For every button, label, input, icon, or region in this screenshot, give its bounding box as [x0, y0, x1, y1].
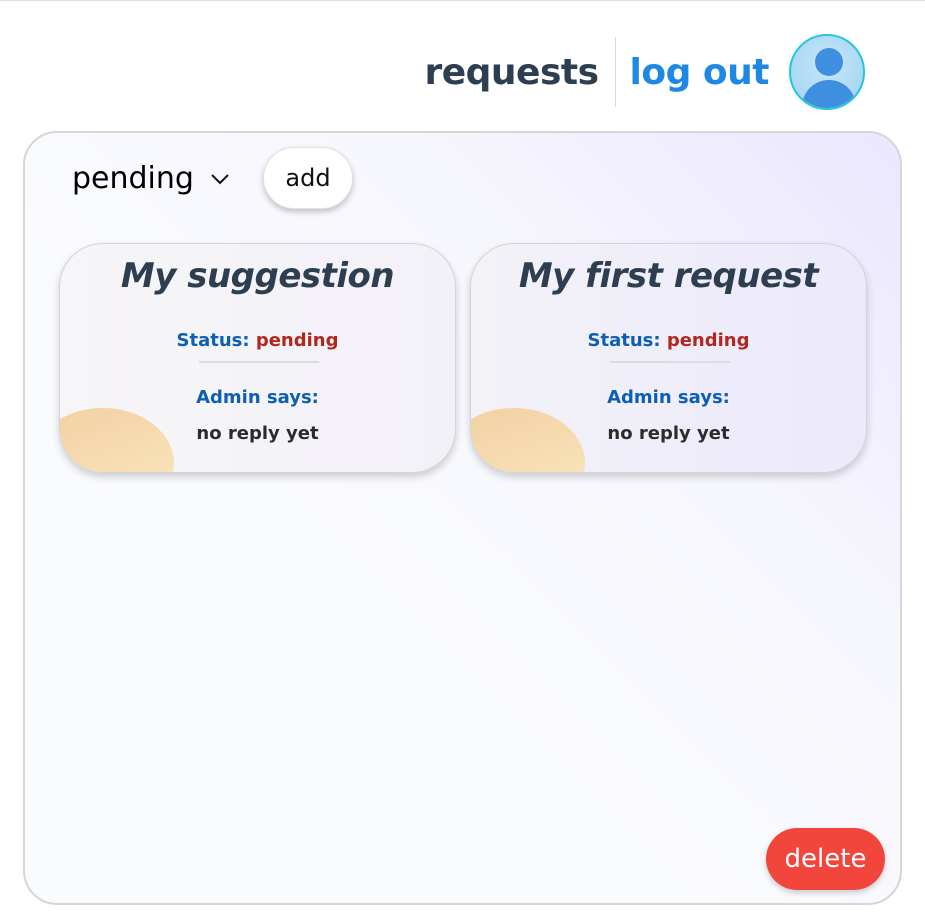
card-title: My first request	[518, 256, 819, 296]
user-avatar-icon[interactable]	[789, 34, 865, 110]
status-filter-value: pending	[72, 161, 194, 196]
card-status: Status: pending	[60, 330, 455, 351]
admin-reply: no reply yet	[196, 423, 319, 444]
avatar-body	[802, 80, 856, 108]
card-divider	[199, 361, 319, 363]
admin-reply: no reply yet	[607, 423, 730, 444]
chevron-down-icon	[211, 173, 229, 184]
admin-label: Admin says:	[607, 387, 730, 408]
avatar-head	[815, 48, 843, 76]
request-card[interactable]: My suggestion Status: pending Admin says…	[59, 243, 456, 473]
app-header: requests log out	[424, 34, 865, 110]
request-card[interactable]: My first request Status: pending Admin s…	[470, 243, 867, 473]
logout-link[interactable]: log out	[630, 52, 770, 93]
card-title: My suggestion	[120, 256, 395, 296]
admin-label: Admin says:	[196, 387, 319, 408]
nav-divider	[614, 37, 616, 107]
status-label: Status:	[176, 330, 250, 351]
status-value: pending	[255, 330, 339, 351]
top-border	[0, 0, 925, 1]
requests-link[interactable]: requests	[424, 52, 599, 93]
requests-panel: pending add My suggestion Status: pendin…	[23, 131, 902, 905]
card-status: Status: pending	[471, 330, 866, 351]
status-label: Status:	[587, 330, 661, 351]
status-filter-select[interactable]: pending	[72, 161, 230, 196]
card-divider	[610, 361, 730, 363]
add-button[interactable]: add	[263, 147, 353, 209]
status-value: pending	[666, 330, 750, 351]
delete-button[interactable]: delete	[766, 828, 885, 890]
